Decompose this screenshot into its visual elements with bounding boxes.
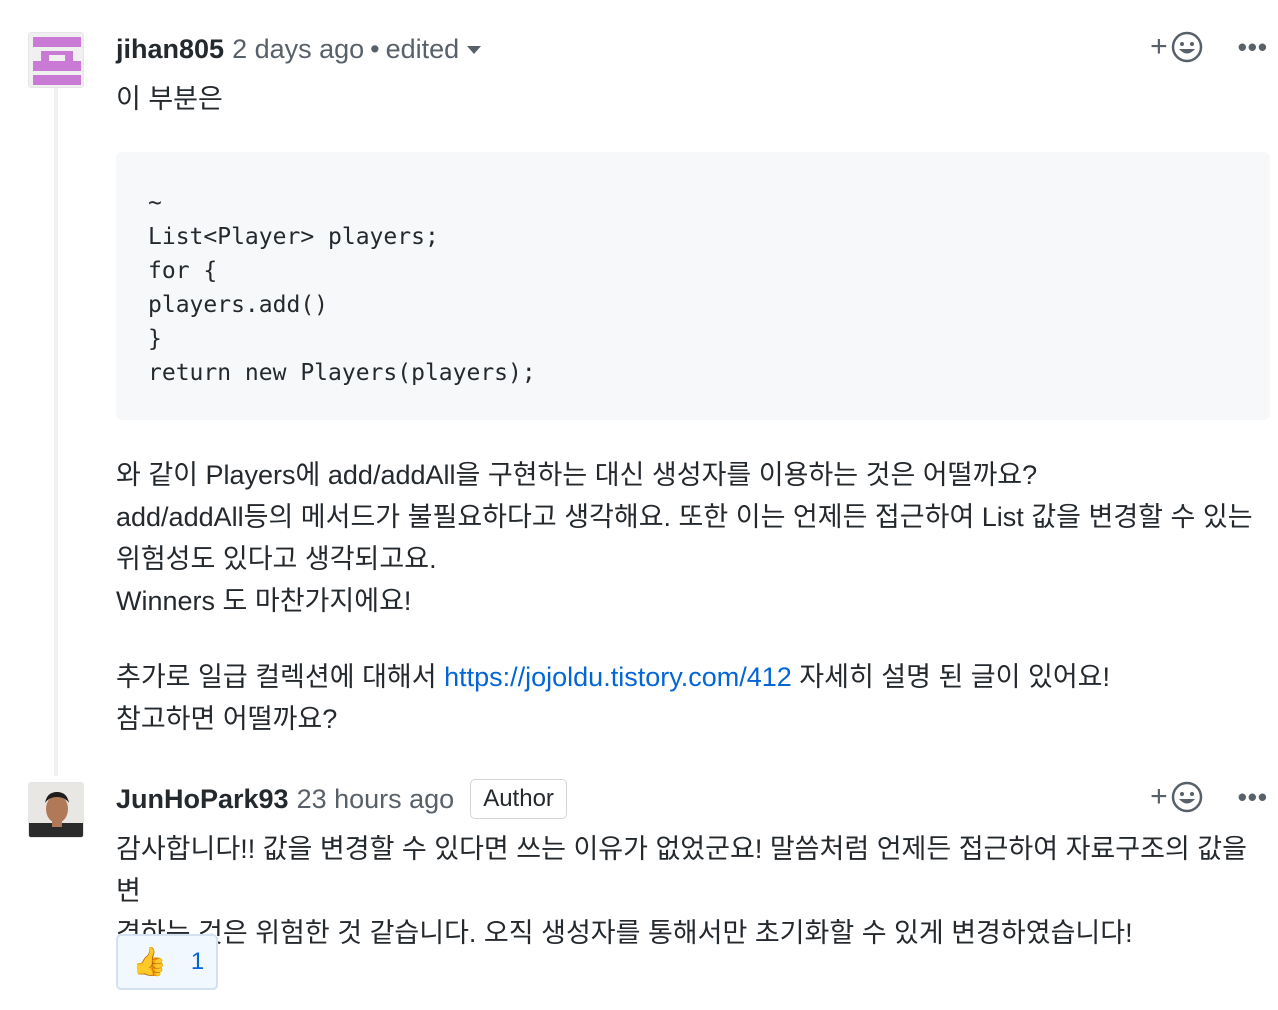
text-line: add/addAll등의 메서드가 불필요하다고 생각해요. 또한 이는 언제든… xyxy=(116,502,1253,532)
author-link[interactable]: jihan805 xyxy=(116,34,224,65)
author-badge: Author xyxy=(470,779,567,819)
text-line: 위험성도 있다고 생각되고요. xyxy=(116,544,437,574)
reference-link[interactable]: https://jojoldu.tistory.com/412 xyxy=(444,662,792,692)
more-options-icon[interactable]: ••• xyxy=(1238,32,1268,63)
comment-header: jihan805 2 days ago • edited xyxy=(116,26,482,72)
code-line: for { xyxy=(148,258,218,284)
edited-label: edited xyxy=(385,33,460,64)
author-link[interactable]: JunHoPark93 xyxy=(116,784,289,815)
text-prefix: 추가로 일급 컬렉션에 대해서 xyxy=(116,662,445,692)
smiley-icon[interactable] xyxy=(1170,780,1204,814)
reaction-count: 1 xyxy=(190,948,205,975)
timestamp[interactable]: 2 days ago xyxy=(232,34,364,65)
code-line: ~ xyxy=(148,190,162,216)
thumbs-up-reaction-button[interactable]: 👍 1 xyxy=(116,934,218,990)
code-block: ~ List<Player> players; for { players.ad… xyxy=(116,152,1270,420)
comment-intro: 이 부분은 xyxy=(116,84,223,114)
code-line: } xyxy=(148,326,162,352)
avatar[interactable] xyxy=(28,782,84,838)
code-line: players.add() xyxy=(148,292,329,318)
text-line: 추가로 일급 컬렉션에 대해서 https://jojoldu.tistory.… xyxy=(116,656,1270,698)
timestamp[interactable]: 23 hours ago xyxy=(297,784,455,815)
comment-paragraph: 추가로 일급 컬렉션에 대해서 https://jojoldu.tistory.… xyxy=(116,656,1270,740)
text-line: 와 같이 Players에 add/addAll을 구현하는 대신 생성자를 이… xyxy=(116,460,1038,490)
text-line: 경하는 것은 위험한 것 같습니다. 오직 생성자를 통해서만 초기화할 수 있… xyxy=(116,918,1133,948)
avatar[interactable] xyxy=(28,32,84,88)
timeline-line xyxy=(54,86,58,776)
text-suffix: 자세히 설명 된 글이 있어요! xyxy=(791,662,1111,692)
comment-body: 이 부분은 ~ List<Player> players; for { play… xyxy=(116,78,1270,740)
smiley-icon[interactable] xyxy=(1170,30,1204,64)
code-line: return new Players(players); xyxy=(148,360,536,386)
caret-down-icon xyxy=(467,46,482,55)
comment-header: JunHoPark93 23 hours ago Author xyxy=(116,776,567,822)
text-line: Winners 도 마찬가지에요! xyxy=(116,586,412,616)
thumbs-up-icon: 👍 xyxy=(132,946,167,977)
code-line: List<Player> players; xyxy=(148,224,439,250)
comment-paragraph: 와 같이 Players에 add/addAll을 구현하는 대신 생성자를 이… xyxy=(116,454,1270,622)
add-reaction-plus[interactable]: + xyxy=(1150,32,1168,62)
separator-dot: • xyxy=(370,33,380,64)
text-line: 감사합니다!! 값을 변경할 수 있다면 쓰는 이유가 없었군요! 말씀처럼 언… xyxy=(116,834,1247,906)
more-options-icon[interactable]: ••• xyxy=(1238,782,1268,813)
comment-body: 감사합니다!! 값을 변경할 수 있다면 쓰는 이유가 없었군요! 말씀처럼 언… xyxy=(116,828,1270,954)
comment-actions: + ••• xyxy=(1150,30,1278,64)
add-reaction-plus[interactable]: + xyxy=(1150,782,1168,812)
edited-dropdown[interactable]: edited xyxy=(386,34,482,65)
text-line: 참고하면 어떨까요? xyxy=(116,704,338,734)
comment-actions: + ••• xyxy=(1150,780,1278,814)
